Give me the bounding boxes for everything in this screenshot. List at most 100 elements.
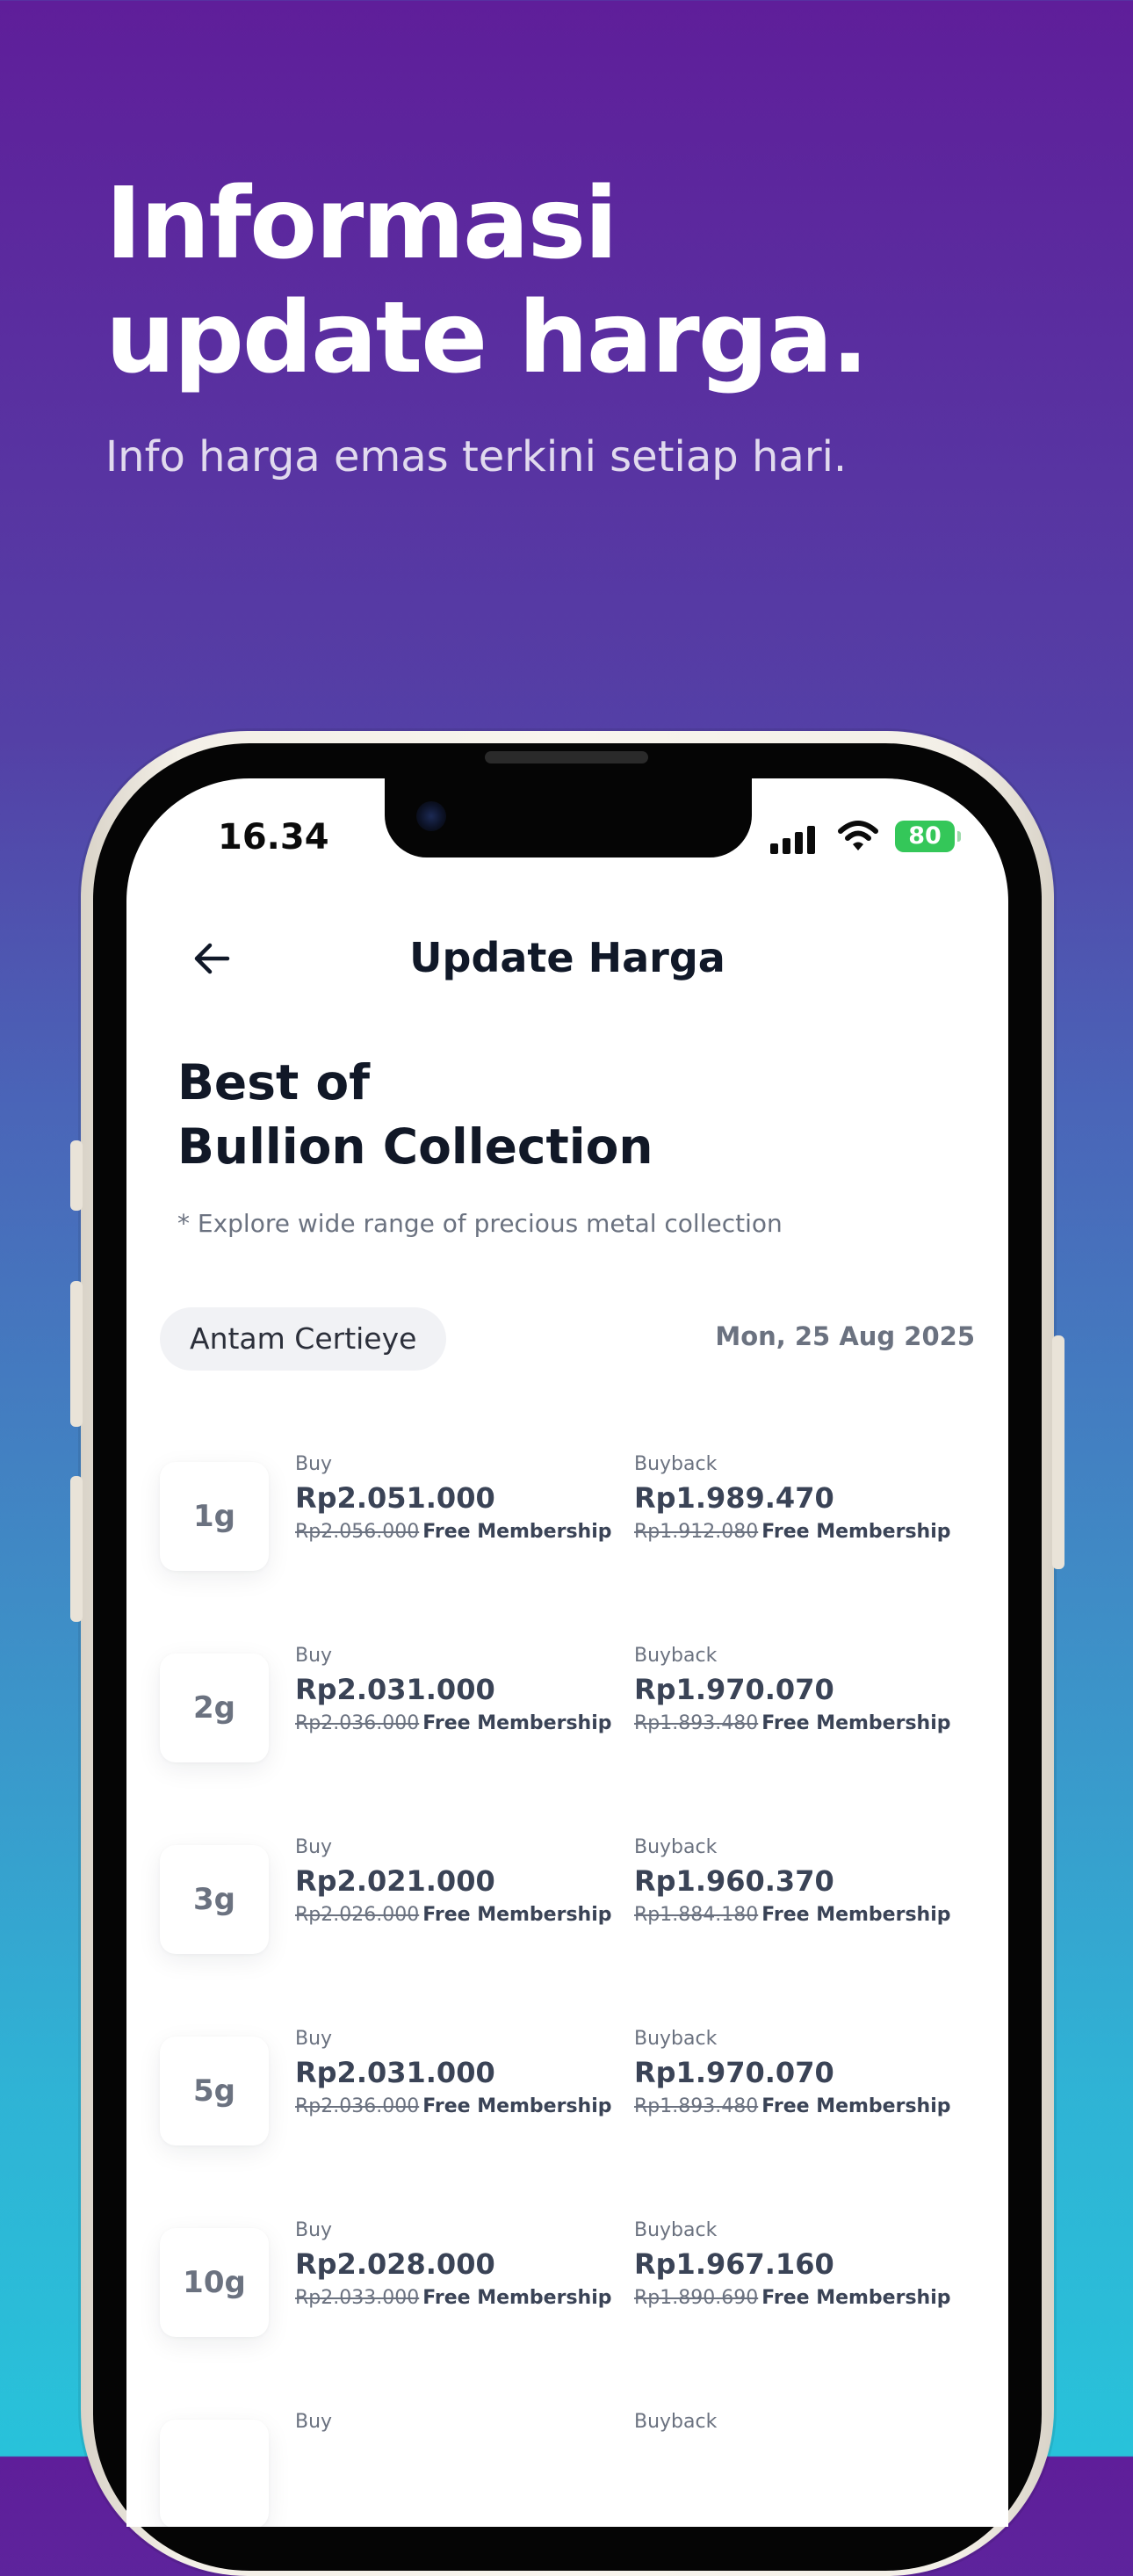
signal-bar — [770, 843, 778, 854]
buy-label: Buy — [295, 1645, 333, 1667]
promo-subtitle: Info harga emas terkini setiap hari. — [105, 432, 848, 481]
buy-label: Buy — [295, 2028, 333, 2050]
buy-price-detail — [295, 2435, 629, 2464]
buyback-membership-note: Free Membership — [761, 1521, 951, 1543]
weight-badge — [160, 2420, 269, 2527]
section-note: * Explore wide range of precious metal c… — [177, 1209, 783, 1238]
buyback-price: Rp1.970.070 — [634, 1673, 834, 1706]
buyback-price-detail: Rp1.884.180 Free Membership — [634, 1901, 968, 1929]
buyback-label: Buyback — [634, 1453, 718, 1475]
brand-filter-chip[interactable]: Antam Certieye — [160, 1307, 447, 1371]
buy-old-price: Rp2.033.000 — [295, 2287, 420, 2309]
section-title-line-2: Bullion Collection — [177, 1118, 653, 1175]
price-row[interactable]: 3g Buy Rp2.021.000 Rp2.026.000 Free Membersh… — [160, 1836, 985, 2037]
buyback-price-detail — [634, 2435, 968, 2464]
buyback-price-detail: Rp1.912.080 Free Membership — [634, 1518, 968, 1546]
buyback-label: Buyback — [634, 1836, 718, 1858]
promo-title-line-2: update harga. — [105, 281, 869, 395]
buy-price-detail: Rp2.026.000 Free Membership — [295, 1901, 629, 1929]
buy-old-price: Rp2.036.000 — [295, 1712, 420, 1734]
buy-price-detail: Rp2.036.000 Free Membership — [295, 1710, 629, 1738]
price-row[interactable]: Buy Buyback — [160, 2411, 985, 2527]
price-row[interactable]: 5g Buy Rp2.031.000 Rp2.036.000 Free Membersh… — [160, 2028, 985, 2228]
buy-old-price: Rp2.056.000 — [295, 1521, 420, 1543]
buyback-price-column: Buyback — [634, 2409, 968, 2464]
promo-title: Informasi update harga. — [105, 167, 1028, 395]
buy-price-column: Buy Rp2.028.000 Rp2.033.000 Free Membership — [295, 2218, 629, 2312]
buy-label: Buy — [295, 1836, 333, 1858]
buyback-price-detail: Rp1.890.690 Free Membership — [634, 2284, 968, 2312]
buyback-membership-note: Free Membership — [761, 1712, 951, 1734]
buyback-price: Rp1.967.160 — [634, 2247, 834, 2281]
buyback-membership-note: Free Membership — [761, 1904, 951, 1926]
buy-label: Buy — [295, 1453, 333, 1475]
signal-bar — [795, 832, 803, 854]
price-row[interactable]: 10g Buy Rp2.028.000 Rp2.033.000 Free Members… — [160, 2219, 985, 2420]
buyback-price-column: Buyback Rp1.960.370 Rp1.884.180 Free Member… — [634, 1834, 968, 1929]
buyback-old-price: Rp1.890.690 — [634, 2287, 759, 2309]
weight-badge: 5g — [160, 2037, 269, 2145]
weight-badge: 3g — [160, 1845, 269, 1954]
buyback-price-column: Buyback Rp1.989.470 Rp1.912.080 Free Member… — [634, 1451, 968, 1546]
buy-membership-note: Free Membership — [422, 2095, 612, 2117]
app-screen: 16.34 80 Update Harga Best of Bullion Co… — [126, 778, 1008, 2527]
buy-price: Rp2.031.000 — [295, 1673, 495, 1706]
battery-icon: 80 — [895, 821, 961, 852]
buyback-price-column: Buyback Rp1.967.160 Rp1.890.690 Free Member… — [634, 2218, 968, 2312]
section-title-line-1: Best of — [177, 1054, 371, 1111]
buy-price-column: Buy Rp2.031.000 Rp2.036.000 Free Membership — [295, 1643, 629, 1738]
buyback-old-price: Rp1.893.480 — [634, 2095, 759, 2117]
section-title: Best of Bullion Collection — [177, 1051, 653, 1179]
buy-price-detail: Rp2.033.000 Free Membership — [295, 2284, 629, 2312]
weight-badge: 10g — [160, 2228, 269, 2337]
buyback-label: Buyback — [634, 2028, 718, 2050]
buy-membership-note: Free Membership — [422, 1904, 612, 1926]
price-list: 1g Buy Rp2.051.000 Rp2.056.000 Free Membersh… — [160, 1453, 985, 2527]
buyback-label: Buyback — [634, 2219, 718, 2241]
buy-price: Rp2.021.000 — [295, 1864, 495, 1898]
phone-power-button — [1052, 1335, 1064, 1569]
signal-bar — [783, 838, 790, 854]
weight-badge: 1g — [160, 1462, 269, 1571]
signal-bar — [807, 826, 815, 854]
buyback-label: Buyback — [634, 1645, 718, 1667]
buyback-price-column: Buyback Rp1.970.070 Rp1.893.480 Free Member… — [634, 1643, 968, 1738]
wifi-icon — [838, 821, 878, 850]
buy-membership-note: Free Membership — [422, 1712, 612, 1734]
buy-price: Rp2.028.000 — [295, 2247, 495, 2281]
phone-speaker — [485, 751, 648, 763]
promo-header: Informasi update harga. Info harga emas … — [105, 167, 1028, 481]
buy-price: Rp2.031.000 — [295, 2056, 495, 2089]
buy-price: Rp2.051.000 — [295, 1481, 495, 1515]
buyback-label: Buyback — [634, 2411, 718, 2433]
signal-icon — [770, 819, 819, 854]
phone-volume-up-button — [70, 1281, 83, 1427]
phone-volume-down-button — [70, 1476, 83, 1622]
buyback-price: Rp1.970.070 — [634, 2056, 834, 2089]
buy-label: Buy — [295, 2411, 333, 2433]
buyback-price: Rp1.989.470 — [634, 1481, 834, 1515]
buy-price-column: Buy — [295, 2409, 629, 2464]
status-time: 16.34 — [218, 817, 329, 857]
price-row[interactable]: 2g Buy Rp2.031.000 Rp2.036.000 Free Membersh… — [160, 1645, 985, 1845]
buy-price-detail: Rp2.056.000 Free Membership — [295, 1518, 629, 1546]
buyback-old-price: Rp1.893.480 — [634, 1712, 759, 1734]
page-title: Update Harga — [409, 934, 725, 981]
status-icons: 80 — [770, 812, 961, 861]
weight-badge: 2g — [160, 1653, 269, 1762]
buy-old-price: Rp2.026.000 — [295, 1904, 420, 1926]
buyback-price-detail: Rp1.893.480 Free Membership — [634, 1710, 968, 1738]
buy-label: Buy — [295, 2219, 333, 2241]
buyback-price-column: Buyback Rp1.970.070 Rp1.893.480 Free Member… — [634, 2026, 968, 2121]
buyback-price: Rp1.960.370 — [634, 1864, 834, 1898]
buyback-membership-note: Free Membership — [761, 2095, 951, 2117]
buy-price-column: Buy Rp2.021.000 Rp2.026.000 Free Membership — [295, 1834, 629, 1929]
price-row[interactable]: 1g Buy Rp2.051.000 Rp2.056.000 Free Membersh… — [160, 1453, 985, 1653]
buy-price-column: Buy Rp2.031.000 Rp2.036.000 Free Membership — [295, 2026, 629, 2121]
buy-old-price: Rp2.036.000 — [295, 2095, 420, 2117]
buyback-price-detail: Rp1.893.480 Free Membership — [634, 2093, 968, 2121]
buy-membership-note: Free Membership — [422, 1521, 612, 1543]
buyback-membership-note: Free Membership — [761, 2287, 951, 2309]
buy-price-column: Buy Rp2.051.000 Rp2.056.000 Free Membership — [295, 1451, 629, 1546]
phone-silent-switch — [70, 1140, 83, 1211]
